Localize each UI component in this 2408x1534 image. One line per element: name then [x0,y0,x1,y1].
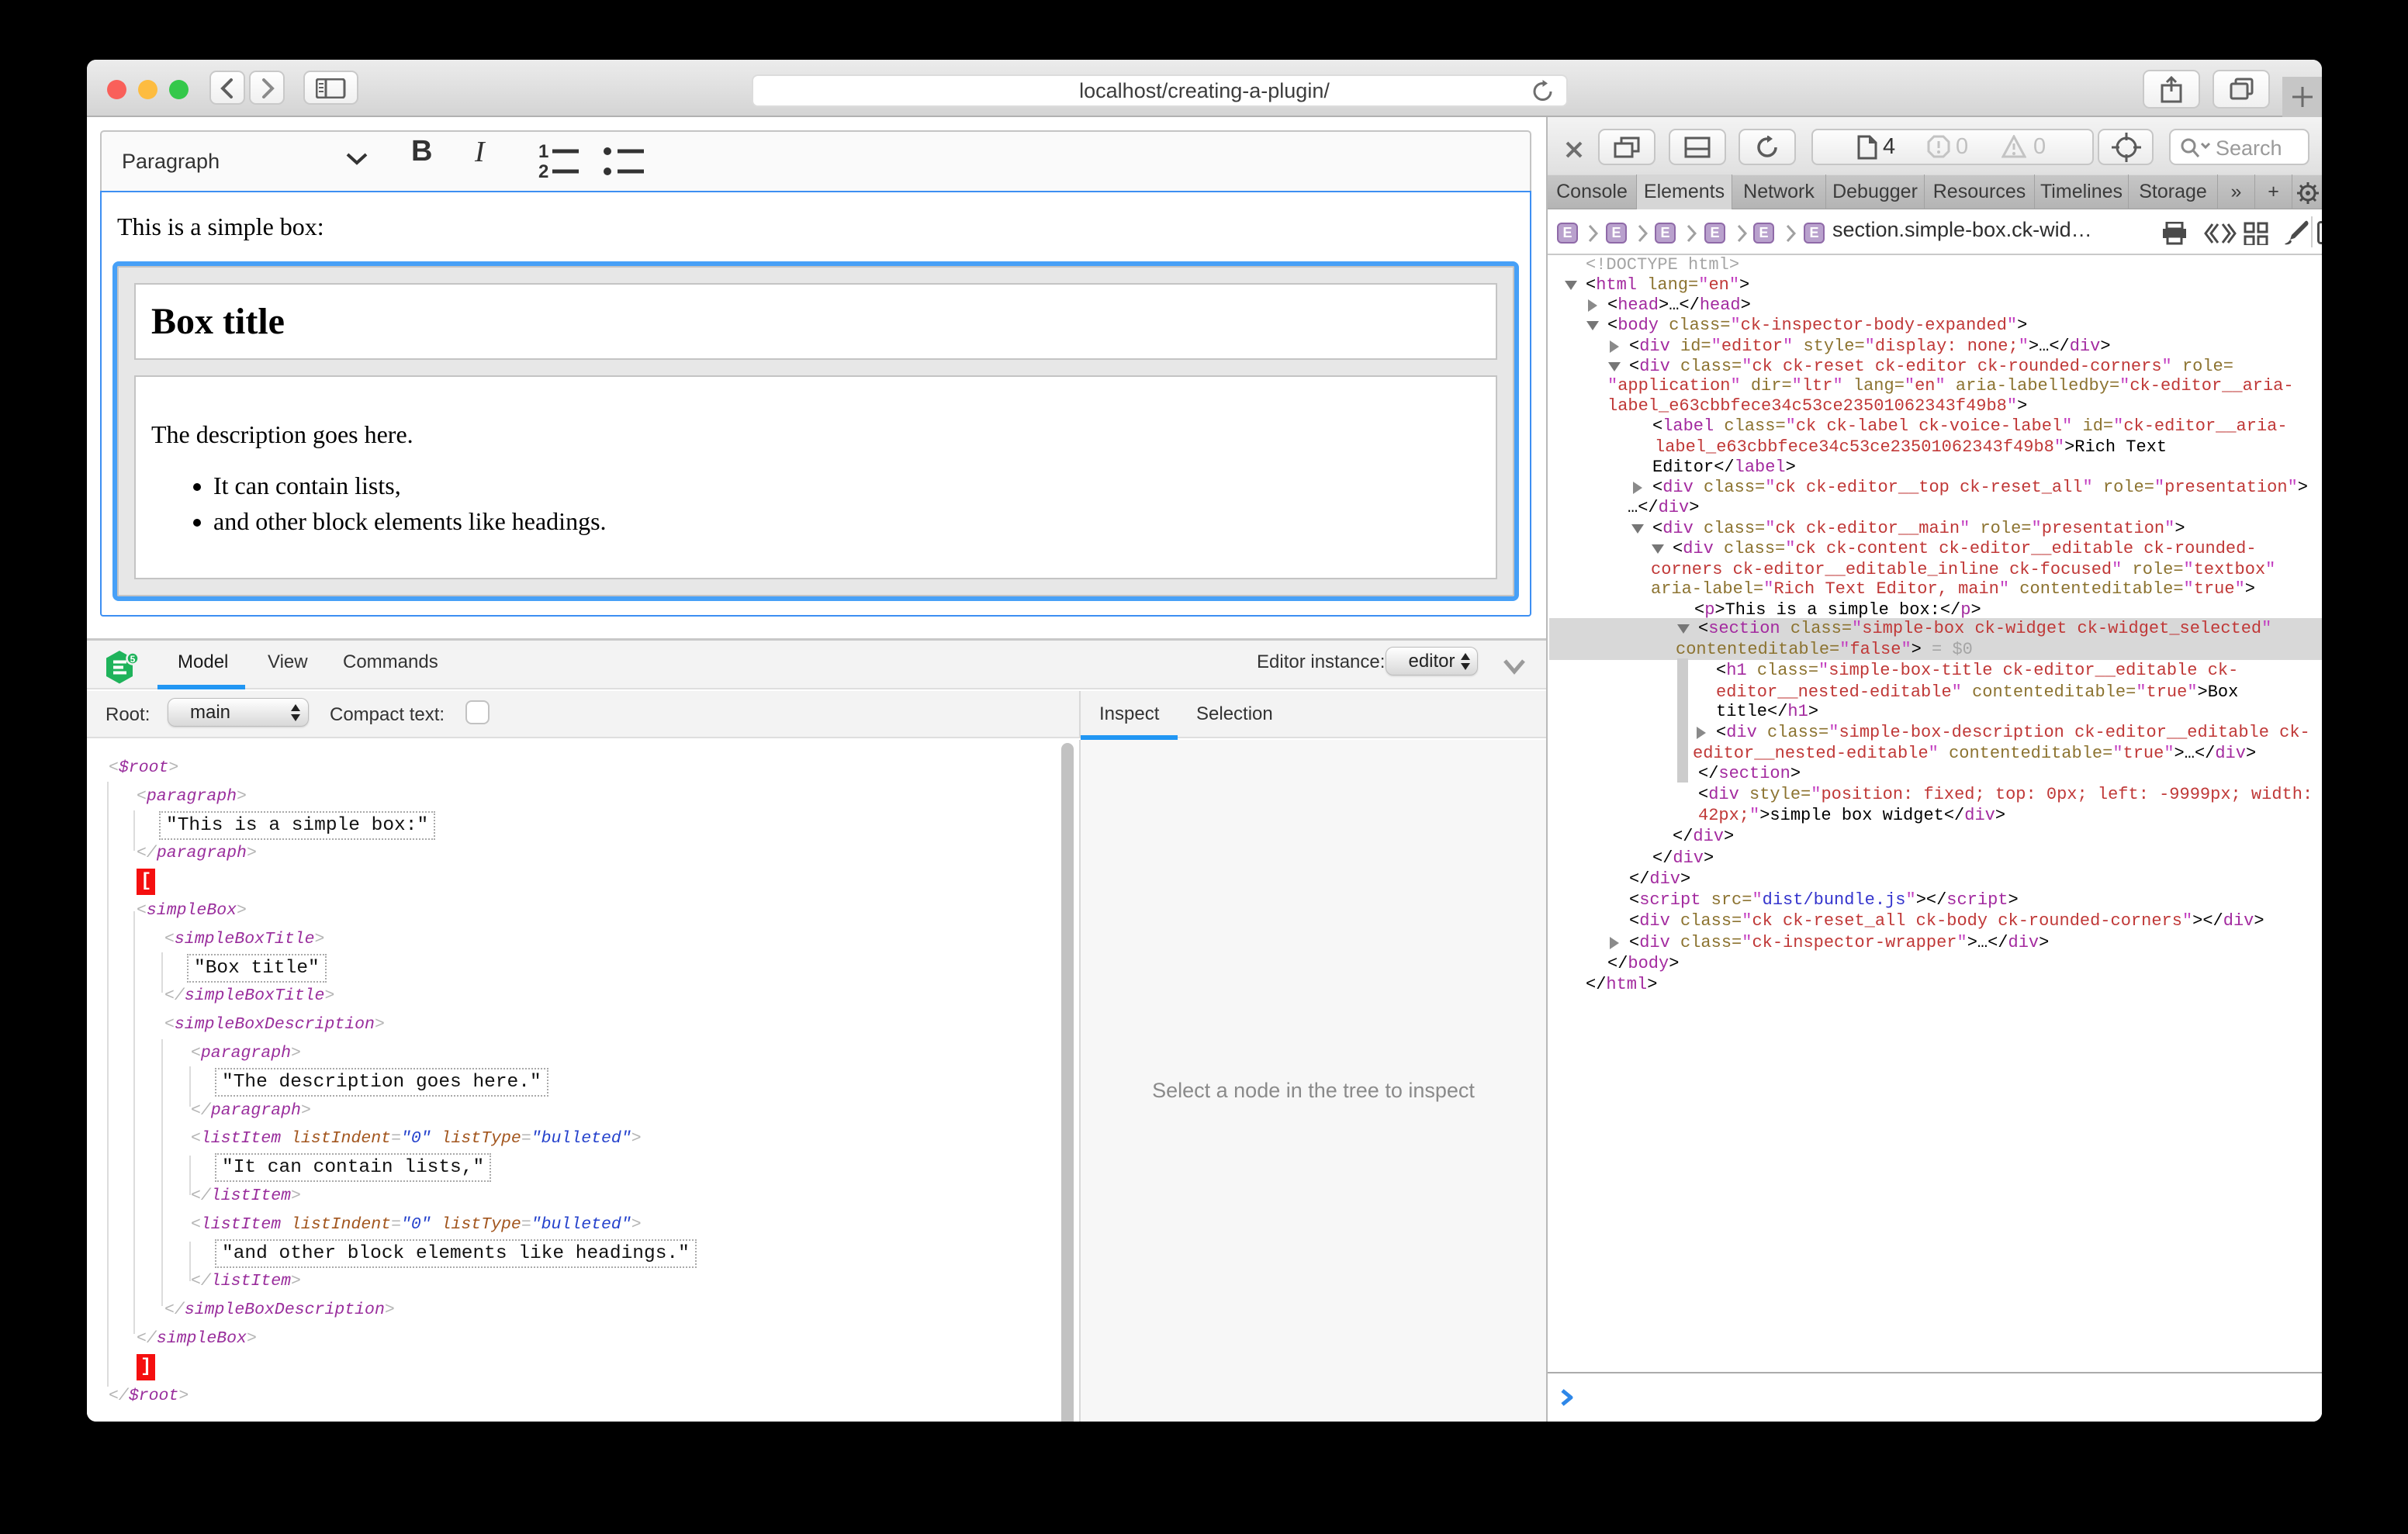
svg-text:2: 2 [538,161,548,181]
svg-text:1: 1 [538,141,548,162]
svg-text:5: 5 [130,654,136,665]
